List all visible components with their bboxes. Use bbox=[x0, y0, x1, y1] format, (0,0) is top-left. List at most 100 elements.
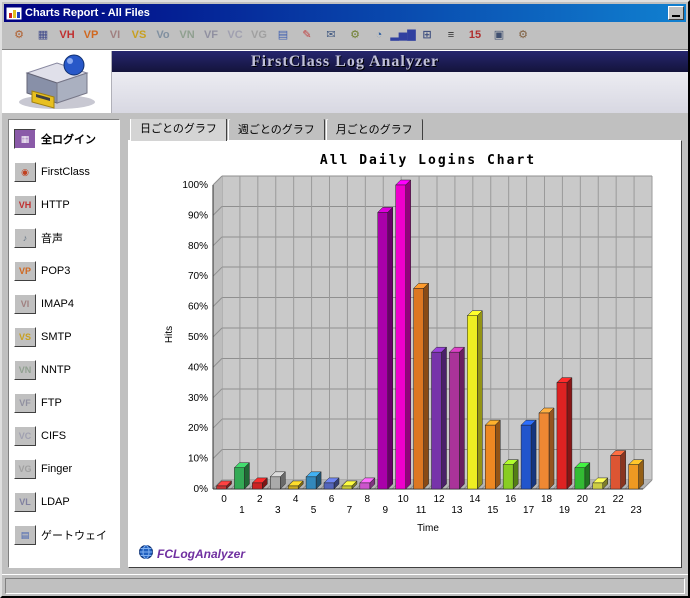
pop3-icon: VP bbox=[19, 267, 31, 276]
gears-icon: ⚙ bbox=[350, 30, 360, 41]
sidebar-item-pop3[interactable]: VP POP3 bbox=[11, 256, 117, 286]
toolbar-button[interactable]: ✎ bbox=[296, 25, 318, 47]
finger-icon: VG bbox=[18, 465, 31, 474]
sidebar-item-ftp[interactable]: VF FTP bbox=[11, 388, 117, 418]
toolbar-button[interactable]: VC bbox=[224, 25, 246, 47]
sidebar-item-label: FirstClass bbox=[41, 166, 90, 178]
svg-text:0%: 0% bbox=[194, 484, 209, 495]
svg-text:9: 9 bbox=[382, 505, 388, 516]
svg-text:4: 4 bbox=[293, 494, 299, 505]
x-axis-label: Time bbox=[213, 523, 643, 534]
sidebar-item-voice[interactable]: ♪ 音声 bbox=[11, 223, 117, 253]
svg-text:20: 20 bbox=[577, 494, 589, 505]
svg-text:18: 18 bbox=[541, 494, 553, 505]
toolbar-button[interactable]: ⚙ bbox=[344, 25, 366, 47]
clock-icon: ◔ bbox=[376, 30, 383, 41]
svg-text:11: 11 bbox=[416, 505, 427, 516]
sidebar-item-gateway[interactable]: ▤ ゲートウェイ bbox=[11, 520, 117, 550]
svg-text:22: 22 bbox=[613, 494, 625, 505]
sidebar-item-label: HTTP bbox=[41, 199, 70, 211]
smtp-icon: VS bbox=[132, 30, 147, 41]
sidebar-item-label: 全ログイン bbox=[41, 131, 96, 147]
svg-text:80%: 80% bbox=[188, 241, 208, 252]
tab-label: 日ごとのグラフ bbox=[140, 123, 217, 135]
sidebar-item-ldap[interactable]: VL LDAP bbox=[11, 487, 117, 517]
svg-text:0: 0 bbox=[221, 494, 227, 505]
svg-text:21: 21 bbox=[595, 505, 607, 516]
toolbar-button[interactable]: ▤ bbox=[272, 25, 294, 47]
svg-text:16: 16 bbox=[505, 494, 517, 505]
toolbar-button[interactable]: ≡ bbox=[440, 25, 462, 47]
sidebar-item-cifs[interactable]: VC CIFS bbox=[11, 421, 117, 451]
finger-icon: VG bbox=[251, 30, 267, 41]
zoom-window-icon: ⊞ bbox=[422, 30, 431, 41]
svg-text:6: 6 bbox=[329, 494, 335, 505]
toolbar-button[interactable]: ⚙ bbox=[512, 25, 534, 47]
toolbar-button[interactable]: ▣ bbox=[488, 25, 510, 47]
sidebar-item-smtp[interactable]: VS SMTP bbox=[11, 322, 117, 352]
sidebar-item-label: Finger bbox=[41, 463, 72, 475]
window-title: Charts Report - All Files bbox=[25, 7, 668, 19]
toolbar-button[interactable]: ▦ bbox=[32, 25, 54, 47]
voice-icon: ♪ bbox=[23, 234, 28, 243]
sidebar-item-nntp[interactable]: VN NNTP bbox=[11, 355, 117, 385]
tab-daily-graph[interactable]: 日ごとのグラフ bbox=[130, 119, 227, 141]
gateway-icon: ▤ bbox=[278, 30, 288, 41]
toolbar-button[interactable]: ⊞ bbox=[416, 25, 438, 47]
toolbar-button[interactable]: ◔ bbox=[368, 25, 390, 47]
ftp-icon: VF bbox=[204, 30, 218, 41]
titlebar[interactable]: Charts Report - All Files bbox=[4, 4, 686, 22]
minimize-button[interactable] bbox=[668, 6, 684, 20]
toolbar: ⚙ ▦ VH VP VI VS Vo bbox=[2, 22, 688, 50]
toolbar-button[interactable]: VI bbox=[104, 25, 126, 47]
svg-text:100%: 100% bbox=[182, 180, 208, 191]
sidebar-item-label: ゲートウェイ bbox=[41, 527, 107, 543]
tab-weekly-graph[interactable]: 週ごとのグラフ bbox=[228, 119, 325, 140]
main-panel: 日ごとのグラフ 週ごとのグラフ 月ごとのグラフ 0%10%20%30%40%50… bbox=[128, 119, 682, 568]
toolbar-button[interactable]: ▂▅▇ bbox=[392, 25, 414, 47]
toolbar-button[interactable]: 15 bbox=[464, 25, 486, 47]
toolbar-button[interactable]: ✉ bbox=[320, 25, 342, 47]
fcloganalyzer-text: FCLogAnalyzer bbox=[157, 547, 245, 561]
cifs-icon: VC bbox=[19, 432, 32, 441]
toolbar-button[interactable]: VP bbox=[80, 25, 102, 47]
sidebar: ▦ 全ログイン ◉ FirstClass VH HTTP bbox=[8, 119, 120, 568]
app-window: Charts Report - All Files ⚙ ▦ VH VP VI bbox=[0, 0, 690, 598]
sidebar-item-imap4[interactable]: VI IMAP4 bbox=[11, 289, 117, 319]
svg-text:12: 12 bbox=[433, 494, 445, 505]
ftp-icon: VF bbox=[19, 399, 31, 408]
toolbar-button[interactable]: VS bbox=[128, 25, 150, 47]
svg-text:30%: 30% bbox=[188, 393, 208, 404]
svg-text:90%: 90% bbox=[188, 210, 208, 221]
http-icon: VH bbox=[59, 30, 74, 41]
sidebar-item-finger[interactable]: VG Finger bbox=[11, 454, 117, 484]
svg-text:14: 14 bbox=[469, 494, 481, 505]
toolbar-button[interactable]: VF bbox=[200, 25, 222, 47]
tab-monthly-graph[interactable]: 月ごとのグラフ bbox=[326, 119, 423, 140]
imap4-icon: VI bbox=[110, 30, 120, 41]
toolbar-button[interactable]: ⚙ bbox=[8, 25, 30, 47]
y-axis-label: Hits bbox=[164, 326, 175, 343]
sidebar-item-firstclass[interactable]: ◉ FirstClass bbox=[11, 157, 117, 187]
svg-text:19: 19 bbox=[559, 505, 571, 516]
nntp-icon: VN bbox=[179, 30, 194, 41]
windows-pair-icon: ▣ bbox=[494, 30, 504, 41]
firstclass-icon: ◉ bbox=[21, 168, 29, 177]
toolbar-button[interactable]: VH bbox=[56, 25, 78, 47]
bar-chart-icon: ▂▅▇ bbox=[390, 30, 415, 41]
app-logo-image bbox=[2, 51, 112, 113]
status-panel bbox=[5, 578, 685, 594]
toolbar-button[interactable]: VN bbox=[176, 25, 198, 47]
status-bar bbox=[2, 574, 688, 596]
sidebar-item-all-logins[interactable]: ▦ 全ログイン bbox=[11, 124, 117, 154]
toolbar-button[interactable]: Vo bbox=[152, 25, 174, 47]
report-window-icon: ▦ bbox=[38, 30, 48, 41]
svg-text:70%: 70% bbox=[188, 271, 208, 282]
minimize-glyph bbox=[672, 15, 680, 17]
sidebar-item-http[interactable]: VH HTTP bbox=[11, 190, 117, 220]
svg-text:17: 17 bbox=[523, 505, 535, 516]
toolbar-button[interactable]: VG bbox=[248, 25, 270, 47]
list-report-icon: ≡ bbox=[448, 30, 454, 41]
svg-text:60%: 60% bbox=[188, 302, 208, 313]
sidebar-item-label: FTP bbox=[41, 397, 62, 409]
